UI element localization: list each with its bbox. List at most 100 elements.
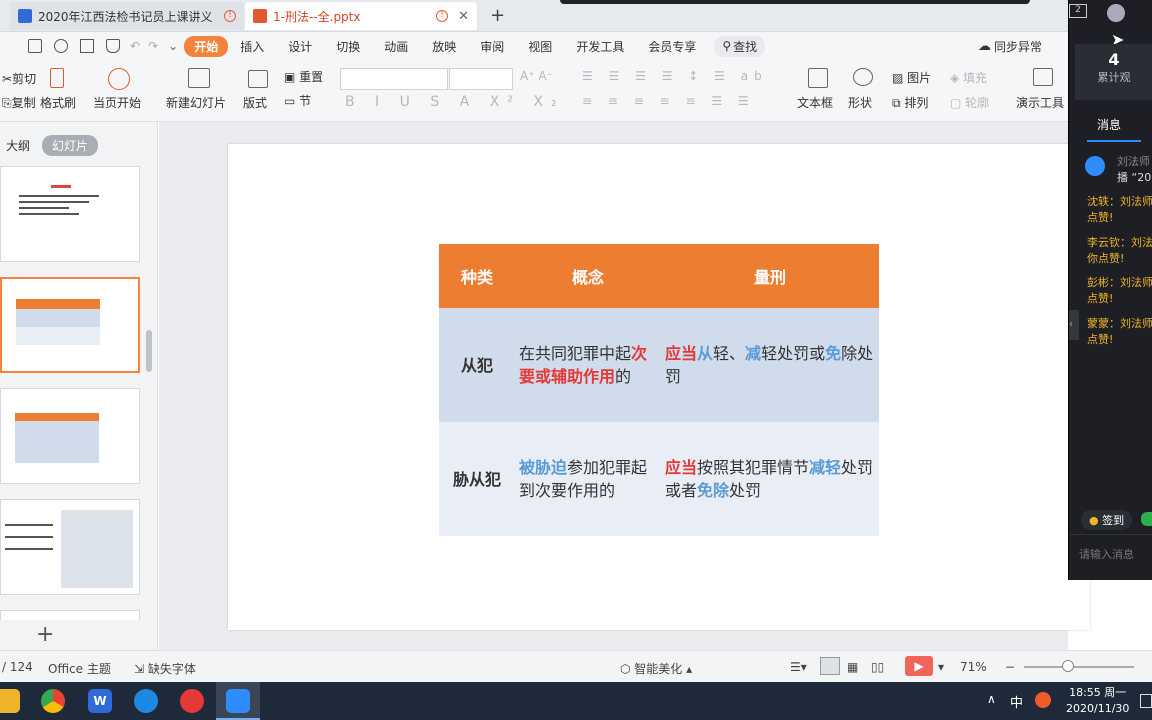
- tab-lecture-notes[interactable]: 2020年江西法检书记员上课讲义 !: [10, 2, 244, 30]
- copy-button[interactable]: ⎘复制: [2, 94, 36, 111]
- messages-tab[interactable]: 消息: [1097, 116, 1121, 133]
- thumb-text-line: [5, 536, 53, 538]
- format-painter-button[interactable]: 格式刷: [40, 94, 76, 111]
- chrome-icon[interactable]: [41, 689, 65, 713]
- print-preview-icon[interactable]: [106, 39, 120, 53]
- zoom-slider-handle[interactable]: [1062, 660, 1074, 672]
- layout-button[interactable]: 版式: [243, 94, 267, 111]
- green-action-icon[interactable]: [1141, 512, 1152, 526]
- search-box[interactable]: ⚲ 查找: [714, 35, 766, 57]
- missing-font-button[interactable]: ⇲ 缺失字体: [134, 660, 196, 677]
- slide-thumbnail-2[interactable]: [0, 277, 140, 373]
- font-style-icons[interactable]: B I U S A X² X₂: [345, 94, 565, 110]
- menu-view[interactable]: 视图: [516, 38, 564, 55]
- sentence-highlight: 免: [825, 344, 842, 363]
- zoom-slider-track[interactable]: [1024, 666, 1134, 668]
- play-slideshow-icon[interactable]: ▶: [905, 656, 933, 676]
- chat-message: 点赞!: [1087, 211, 1114, 224]
- play-from-current-button[interactable]: 当页开始: [93, 94, 141, 111]
- scissors-icon: ✂: [2, 72, 13, 86]
- outline-tab[interactable]: 大纲: [6, 137, 30, 154]
- print-icon[interactable]: [80, 39, 94, 53]
- active-app-slot[interactable]: [216, 682, 260, 720]
- tab-presentation[interactable]: 1-刑法--全.pptx ! ✕: [245, 2, 477, 30]
- font-name-select[interactable]: [340, 68, 448, 90]
- section-button[interactable]: ▭ 节: [284, 92, 311, 109]
- slide-sorter-icon[interactable]: ▦: [847, 660, 858, 674]
- share-icon[interactable]: [54, 39, 68, 53]
- new-slide-button[interactable]: 新建幻灯片: [166, 94, 226, 111]
- close-tab-icon[interactable]: ✕: [458, 9, 469, 24]
- chevron-up-icon: ▴: [682, 662, 693, 676]
- font-grow-icon[interactable]: A⁺ A⁻: [520, 69, 553, 83]
- textbox-button[interactable]: 文本框: [797, 94, 833, 111]
- thumbnail-scrollbar[interactable]: [146, 330, 152, 372]
- slide-thumbnail-5[interactable]: [0, 610, 140, 620]
- slideshow-options-icon[interactable]: ▾: [938, 660, 944, 674]
- present-tool-button[interactable]: 演示工具: [1016, 94, 1064, 111]
- current-slide[interactable]: 种类 概念 量刑 从犯 在共同犯罪中起次要或辅助作用的 应当从轻、减轻处罚或免除…: [228, 144, 1090, 630]
- slide-thumbnail-1[interactable]: [0, 166, 140, 262]
- collapse-panel-icon[interactable]: ‹: [1069, 310, 1079, 340]
- file-explorer-icon[interactable]: [0, 689, 20, 713]
- zoom-out-icon[interactable]: −: [1005, 660, 1015, 674]
- theme-name[interactable]: Office 主题: [48, 660, 111, 677]
- slides-tab[interactable]: 幻灯片: [42, 135, 99, 156]
- zoom-level[interactable]: 71%: [960, 660, 987, 674]
- paragraph-icons[interactable]: ☰ ☰ ☰ ☰ ↕ ☰ ab: [582, 69, 768, 83]
- menu-home[interactable]: 开始: [184, 35, 229, 57]
- arrange-button[interactable]: ⧉ 排列: [892, 94, 928, 111]
- save-icon[interactable]: [28, 39, 42, 53]
- reading-view-icon[interactable]: ▯▯: [871, 660, 884, 674]
- add-slide-button[interactable]: +: [36, 622, 54, 647]
- menu-transition[interactable]: 切换: [324, 38, 372, 55]
- slide-thumbnail-3[interactable]: [0, 388, 140, 484]
- wps-writer-icon[interactable]: W: [88, 689, 112, 713]
- customize-icon[interactable]: ⌄: [168, 39, 178, 53]
- menu-review[interactable]: 审阅: [468, 38, 516, 55]
- notes-icon[interactable]: ☰▾: [790, 660, 807, 674]
- normal-view-icon[interactable]: [820, 657, 840, 675]
- undo-icon[interactable]: ↶: [130, 39, 140, 53]
- menu-developer[interactable]: 开发工具: [564, 38, 636, 55]
- redo-icon[interactable]: ↷: [148, 39, 158, 53]
- divider: [1069, 534, 1152, 535]
- thumb-text-line: [19, 201, 89, 203]
- menu-member[interactable]: 会员专享: [636, 38, 708, 55]
- cut-button[interactable]: ✂剪切: [2, 70, 36, 87]
- menu-design[interactable]: 设计: [276, 38, 324, 55]
- coin-icon: ●: [1089, 514, 1103, 527]
- new-tab-button[interactable]: +: [490, 5, 505, 26]
- netease-music-icon[interactable]: [180, 689, 204, 713]
- user-avatar[interactable]: [1107, 4, 1125, 22]
- sync-status[interactable]: 同步异常: [994, 38, 1042, 55]
- thumb-text-line: [5, 524, 53, 526]
- picture-button[interactable]: ▨ 图片: [892, 69, 931, 86]
- font-size-select[interactable]: [449, 68, 513, 90]
- chat-input[interactable]: 请输入消息: [1079, 546, 1134, 562]
- sentence-highlight: 减轻: [809, 458, 842, 477]
- outline-button[interactable]: ▢ 轮廓: [950, 94, 989, 111]
- chat-message: 播 “20: [1117, 171, 1152, 184]
- fill-button[interactable]: ◈ 填充: [950, 69, 987, 86]
- sogou-ime-icon[interactable]: [1035, 692, 1051, 708]
- menu-slideshow[interactable]: 放映: [420, 38, 468, 55]
- shape-button[interactable]: 形状: [848, 94, 872, 111]
- menu-insert[interactable]: 插入: [228, 38, 276, 55]
- ime-indicator[interactable]: 中: [1010, 692, 1023, 711]
- chat-sender: 刘法师: [1117, 155, 1150, 168]
- tray-chevron-icon[interactable]: ∧: [987, 692, 996, 706]
- ribbon: ✂剪切 ⎘复制 格式刷 当页开始 新建幻灯片 版式 ▣ 重置 ▭ 节 A⁺ A⁻…: [0, 60, 1068, 122]
- notification-icon[interactable]: [1140, 694, 1152, 708]
- slide-thumbnail-4[interactable]: [0, 499, 140, 595]
- slide-thumbnail-panel: 大纲 幻灯片 +: [0, 122, 158, 650]
- reset-button[interactable]: ▣ 重置: [284, 68, 323, 85]
- menu-animation[interactable]: 动画: [372, 38, 420, 55]
- tray-clock[interactable]: 18:55 周一 2020/11/30: [1066, 685, 1129, 717]
- alignment-icons[interactable]: ≡ ≡ ≡ ≡ ≡ ☰ ☰: [582, 94, 755, 108]
- messenger-icon[interactable]: [134, 689, 158, 713]
- beautify-label: 智能美化: [634, 662, 683, 676]
- row-sentence: 应当按照其犯罪情节减轻处罚或者免除处罚: [661, 422, 879, 536]
- smart-beautify-button[interactable]: ⬡ 智能美化 ▴: [620, 660, 692, 677]
- sign-in-button[interactable]: ● 签到: [1081, 510, 1133, 530]
